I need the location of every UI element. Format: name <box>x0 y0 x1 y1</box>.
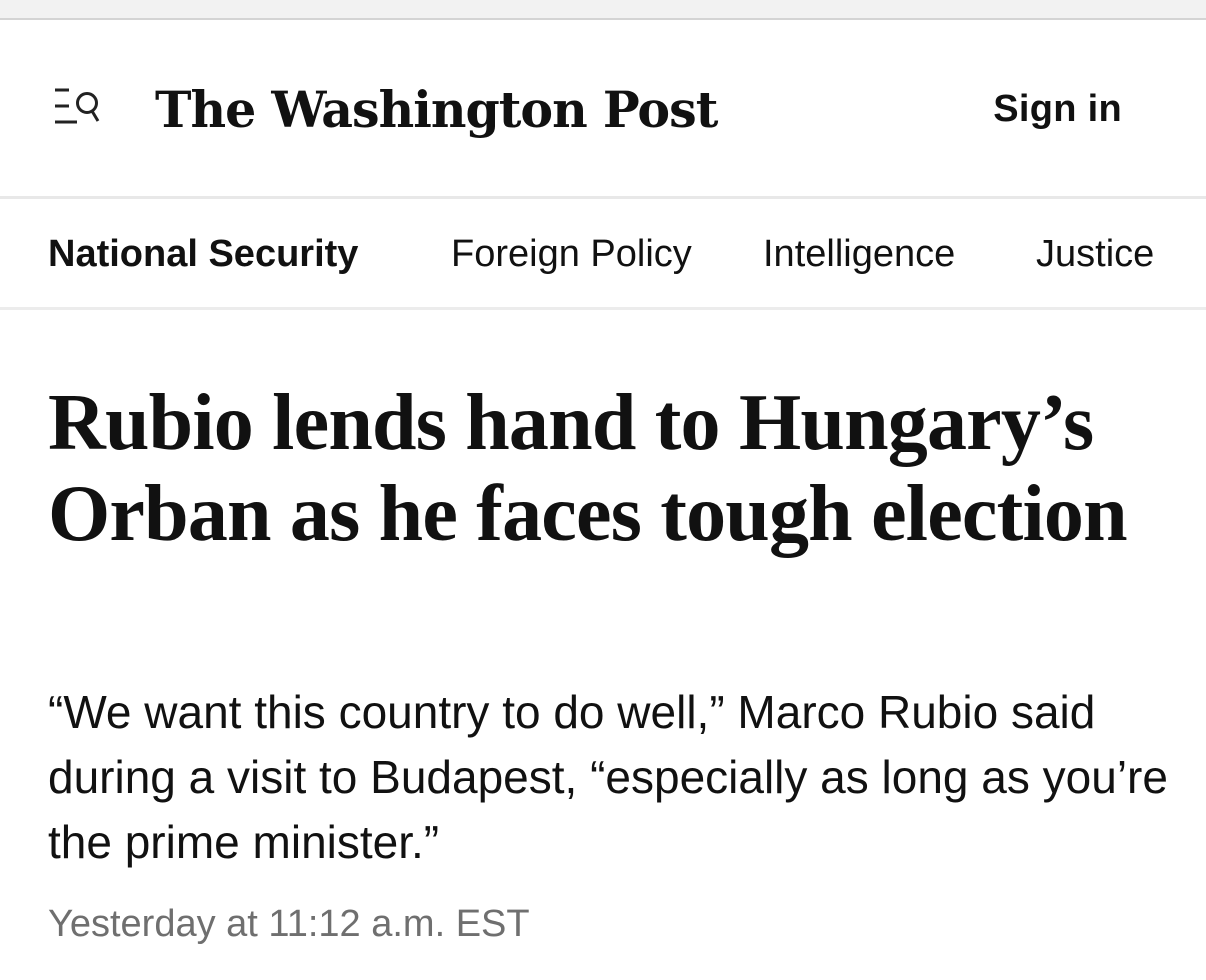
subnav-item-national-security[interactable]: National Security <box>48 229 358 279</box>
section-subnav: National Security Foreign Policy Intelli… <box>0 199 1206 310</box>
subnav-item-intelligence[interactable]: Intelligence <box>763 229 955 279</box>
menu-search-icon[interactable] <box>52 86 102 130</box>
site-header: The Washington Post Sign in <box>0 20 1206 199</box>
browser-top-bar <box>0 0 1206 20</box>
subnav-item-foreign-policy[interactable]: Foreign Policy <box>451 229 692 279</box>
article-timestamp: Yesterday at 11:12 a.m. EST <box>48 903 530 945</box>
subnav-item-justice[interactable]: Justice <box>1036 229 1154 279</box>
masthead-logo[interactable]: The Washington Post <box>155 70 718 150</box>
sign-in-link[interactable]: Sign in <box>993 84 1122 134</box>
article-headline[interactable]: Rubio lends hand to Hungary’s Orban as h… <box>48 378 1188 560</box>
article-dek: “We want this country to do well,” Marco… <box>48 686 1168 868</box>
